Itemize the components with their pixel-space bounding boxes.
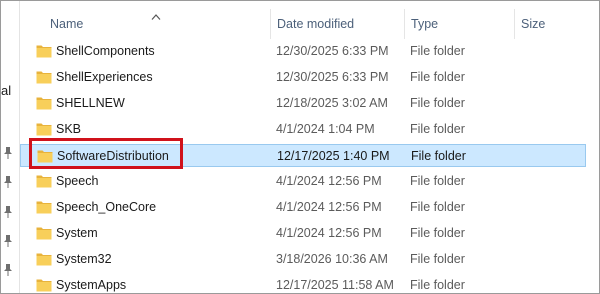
list-item[interactable]: SystemApps 12/17/2025 11:58 AM File folder (20, 274, 586, 293)
date-modified: 12/30/2025 6:33 PM (276, 44, 389, 58)
nav-item-label[interactable]: al (1, 83, 11, 99)
folder-icon (36, 252, 52, 266)
file-type: File folder (410, 226, 465, 240)
navigation-pane: al (1, 1, 17, 293)
file-name: ShellExperiences (56, 70, 153, 84)
list-item[interactable]: Speech_OneCore 4/1/2024 12:56 PM File fold… (20, 196, 586, 219)
folder-icon (36, 70, 52, 84)
date-modified: 4/1/2024 1:04 PM (276, 122, 375, 136)
folder-icon (36, 200, 52, 214)
file-type: File folder (410, 96, 465, 110)
file-type: File folder (410, 44, 465, 58)
pin-icon[interactable] (3, 235, 13, 247)
file-type: File folder (410, 174, 465, 188)
list-item[interactable]: System32 3/18/2026 10:36 AM File folder (20, 248, 586, 271)
column-header-name[interactable]: Name (50, 16, 83, 32)
date-modified: 12/30/2025 6:33 PM (276, 70, 389, 84)
pin-icon[interactable] (3, 206, 13, 218)
column-header-type[interactable]: Type (411, 16, 438, 32)
folder-icon (36, 44, 52, 58)
column-header-date-modified[interactable]: Date modified (277, 16, 354, 32)
column-separator[interactable] (404, 9, 405, 39)
file-type: File folder (410, 200, 465, 214)
date-modified: 4/1/2024 12:56 PM (276, 200, 382, 214)
file-name: Speech (56, 174, 99, 188)
file-type: File folder (410, 252, 465, 266)
pin-icon[interactable] (3, 264, 13, 276)
sort-ascending-icon (151, 7, 161, 20)
file-name: System (56, 226, 98, 240)
column-header-size[interactable]: Size (521, 16, 545, 32)
file-name: System32 (56, 252, 112, 266)
date-modified: 12/17/2025 11:58 AM (276, 278, 394, 292)
list-item[interactable]: Speech 4/1/2024 12:56 PM File folder (20, 170, 586, 193)
list-item[interactable]: SHELLNEW 12/18/2025 3:02 AM File folder (20, 92, 586, 115)
date-modified: 4/1/2024 12:56 PM (276, 174, 382, 188)
file-type: File folder (410, 70, 465, 84)
file-name: SystemApps (56, 278, 127, 292)
column-separator[interactable] (270, 9, 271, 39)
list-item[interactable]: System 4/1/2024 12:56 PM File folder (20, 222, 586, 245)
file-name: SHELLNEW (56, 96, 125, 110)
column-header-bar: Name Date modified Type Size (20, 1, 599, 43)
folder-icon (36, 226, 52, 240)
folder-icon (36, 96, 52, 110)
file-type: File folder (410, 122, 465, 136)
pin-icon[interactable] (3, 176, 13, 188)
pin-icon[interactable] (3, 147, 13, 159)
file-explorer-window: al Name Date modified Type Size ShellCom… (0, 0, 600, 294)
file-type: File folder (411, 149, 466, 163)
date-modified: 12/17/2025 1:40 PM (277, 149, 390, 163)
file-name: Speech_OneCore (56, 200, 157, 214)
folder-icon (36, 278, 52, 292)
file-type: File folder (410, 278, 465, 292)
list-item[interactable]: ShellExperiences 12/30/2025 6:33 PM File f… (20, 66, 586, 89)
highlight-annotation (29, 138, 183, 169)
file-name: SKB (56, 122, 82, 136)
file-name: ShellComponents (56, 44, 155, 58)
date-modified: 12/18/2025 3:02 AM (276, 96, 388, 110)
date-modified: 4/1/2024 12:56 PM (276, 226, 382, 240)
date-modified: 3/18/2026 10:36 AM (276, 252, 388, 266)
column-separator[interactable] (514, 9, 515, 39)
folder-icon (36, 174, 52, 188)
folder-icon (36, 122, 52, 136)
list-item[interactable]: ShellComponents 12/30/2025 6:33 PM File fo… (20, 40, 586, 63)
